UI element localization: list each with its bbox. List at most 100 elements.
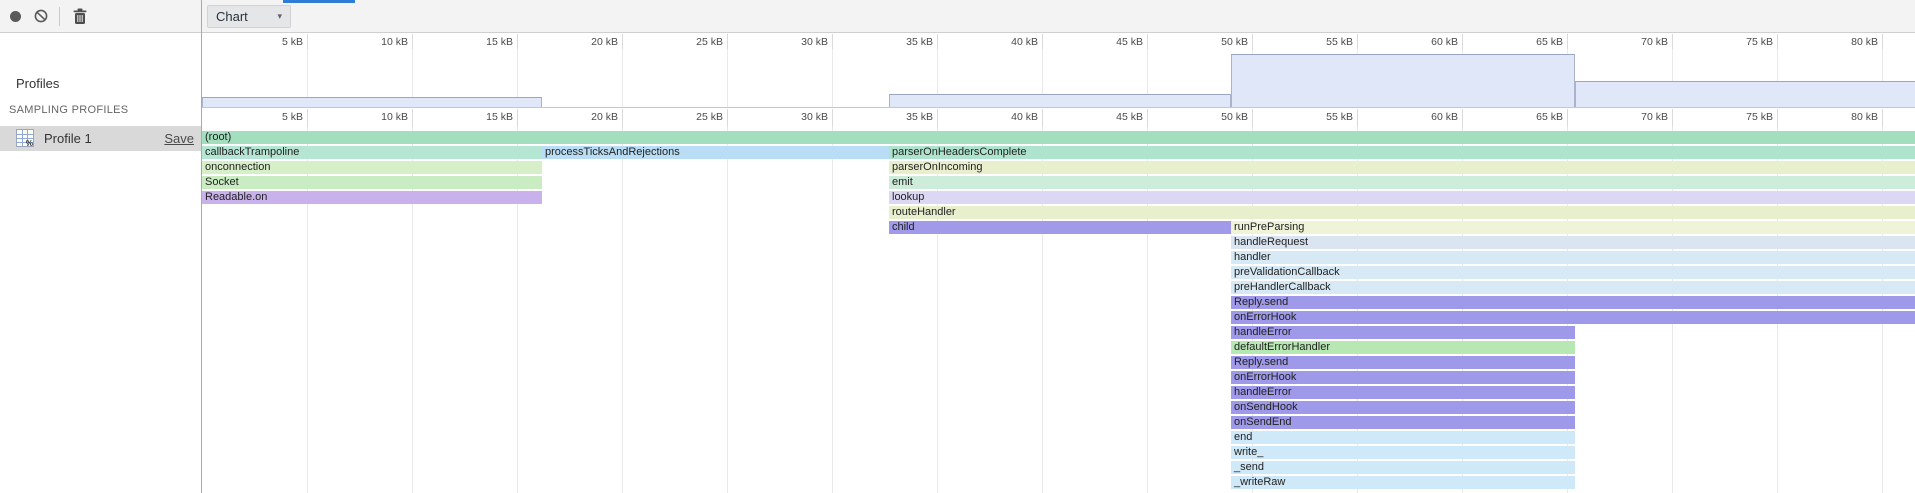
active-tab-indicator (283, 0, 355, 3)
record-button[interactable] (10, 11, 21, 22)
ruler-tick (727, 34, 728, 49)
flame-gridline (622, 127, 623, 493)
sidebar-title: Profiles (16, 76, 59, 91)
ruler-tick-label: 20 kB (562, 111, 618, 123)
heap-profile-icon: % (16, 129, 34, 147)
overview-segment[interactable] (202, 97, 542, 107)
sampling-profiles-section-label: SAMPLING PROFILES (9, 104, 128, 116)
flame-bar[interactable]: runPreParsing (1231, 221, 1915, 234)
ruler-tick (1252, 34, 1253, 49)
ruler-tick (1357, 34, 1358, 49)
flame-bar[interactable]: handleError (1231, 326, 1575, 339)
view-mode-dropdown[interactable]: Chart ▾ (207, 5, 291, 28)
flame-bar[interactable]: preValidationCallback (1231, 266, 1915, 279)
ruler-tick (1567, 109, 1568, 127)
toolbar-separator (59, 7, 60, 26)
ruler-tick-label: 5 kB (247, 111, 303, 123)
ruler-tick-label: 55 kB (1297, 36, 1353, 48)
ruler-tick-label: 25 kB (667, 36, 723, 48)
flame-bar[interactable]: preHandlerCallback (1231, 281, 1915, 294)
flame-bar[interactable]: routeHandler (889, 206, 1915, 219)
flame-bar[interactable]: Reply.send (1231, 296, 1915, 309)
flame-gridline (832, 127, 833, 493)
flame-bar[interactable]: handleError (1231, 386, 1575, 399)
ruler-tick (307, 109, 308, 127)
ruler-tick-label: 55 kB (1297, 111, 1353, 123)
ruler-tick-label: 45 kB (1087, 36, 1143, 48)
ruler-tick (517, 34, 518, 49)
flame-bar[interactable]: processTicksAndRejections (542, 146, 889, 159)
ruler-tick-label: 10 kB (352, 36, 408, 48)
flame-bar[interactable]: onSendEnd (1231, 416, 1575, 429)
flame-chart-pane: 5 kB 10 kB 15 kB 20 kB 25 kB 30 kB 35 kB 40 kB 4… (202, 34, 1915, 493)
overview-gridline (727, 49, 728, 107)
ruler-tick (1042, 34, 1043, 49)
ruler-tick (937, 34, 938, 49)
flame-bar[interactable]: emit (889, 176, 1915, 189)
flame-bar[interactable]: _writeRaw (1231, 476, 1575, 489)
ruler-tick (1357, 109, 1358, 127)
flame-gridline (727, 127, 728, 493)
ruler-tick-label: 80 kB (1822, 36, 1878, 48)
ruler-tick-label: 20 kB (562, 36, 618, 48)
ruler-tick-label: 35 kB (877, 111, 933, 123)
ruler-tick-label: 50 kB (1192, 111, 1248, 123)
ruler-tick-label: 70 kB (1612, 36, 1668, 48)
chevron-down-icon: ▾ (277, 11, 282, 22)
ruler-tick (832, 109, 833, 127)
clear-profiles-icon[interactable] (34, 9, 48, 23)
flame-bar[interactable]: handleRequest (1231, 236, 1915, 249)
ruler-tick-label: 40 kB (982, 111, 1038, 123)
flame-bar[interactable]: Readable.on (202, 191, 542, 204)
ruler-tick-label: 50 kB (1192, 36, 1248, 48)
ruler-tick (1462, 34, 1463, 49)
flame-bar[interactable]: onErrorHook (1231, 371, 1575, 384)
flame-bar[interactable]: handler (1231, 251, 1915, 264)
ruler-tick (1777, 34, 1778, 49)
ruler-tick-label: 30 kB (772, 36, 828, 48)
sidebar-item-profile-1[interactable]: % Profile 1 Save (0, 126, 201, 151)
delete-profile-icon[interactable] (72, 8, 88, 25)
flame-bar[interactable]: child (889, 221, 1231, 234)
flame-bar[interactable]: end (1231, 431, 1575, 444)
flame-bar[interactable]: onconnection (202, 161, 542, 174)
overview-gridline (832, 49, 833, 107)
flame-bar[interactable]: parserOnIncoming (889, 161, 1915, 174)
allocation-overview[interactable] (202, 49, 1915, 108)
ruler-tick (622, 109, 623, 127)
flame-bar[interactable]: onSendHook (1231, 401, 1575, 414)
flame-chart: (root) callbackTrampolineprocessTicksAndR… (202, 127, 1915, 493)
ruler-tick (622, 34, 623, 49)
ruler-tick (517, 109, 518, 127)
flame-bar[interactable]: (root) (202, 131, 1915, 144)
ruler-tick (1672, 34, 1673, 49)
overview-gridline (622, 49, 623, 107)
ruler-tick-label: 75 kB (1717, 36, 1773, 48)
flame-bar[interactable]: lookup (889, 191, 1915, 204)
flame-bar[interactable]: onErrorHook (1231, 311, 1915, 324)
ruler-tick-label: 60 kB (1402, 111, 1458, 123)
flame-bar[interactable]: defaultErrorHandler (1231, 341, 1575, 354)
ruler-tick-label: 30 kB (772, 111, 828, 123)
overview-segment[interactable] (889, 94, 1231, 107)
flame-bar[interactable]: _send (1231, 461, 1575, 474)
memory-ruler-top: 5 kB10 kB15 kB20 kB25 kB30 kB35 kB40 kB4… (202, 34, 1915, 49)
ruler-tick-label: 15 kB (457, 111, 513, 123)
ruler-tick (832, 34, 833, 49)
ruler-tick-label: 80 kB (1822, 111, 1878, 123)
flame-bar[interactable]: callbackTrampoline (202, 146, 542, 159)
ruler-tick (1462, 109, 1463, 127)
save-profile-link[interactable]: Save (164, 131, 194, 146)
flame-bar[interactable]: write_ (1231, 446, 1575, 459)
flame-bar[interactable]: Socket (202, 176, 542, 189)
profile-name: Profile 1 (44, 131, 92, 146)
overview-segment[interactable] (1575, 81, 1915, 107)
flame-bar[interactable]: Reply.send (1231, 356, 1575, 369)
ruler-tick (1777, 109, 1778, 127)
ruler-tick-label: 65 kB (1507, 36, 1563, 48)
ruler-tick-label: 25 kB (667, 111, 723, 123)
flame-bar[interactable]: parserOnHeadersComplete (889, 146, 1915, 159)
ruler-tick (412, 34, 413, 49)
ruler-tick (937, 109, 938, 127)
overview-segment[interactable] (1231, 54, 1575, 107)
